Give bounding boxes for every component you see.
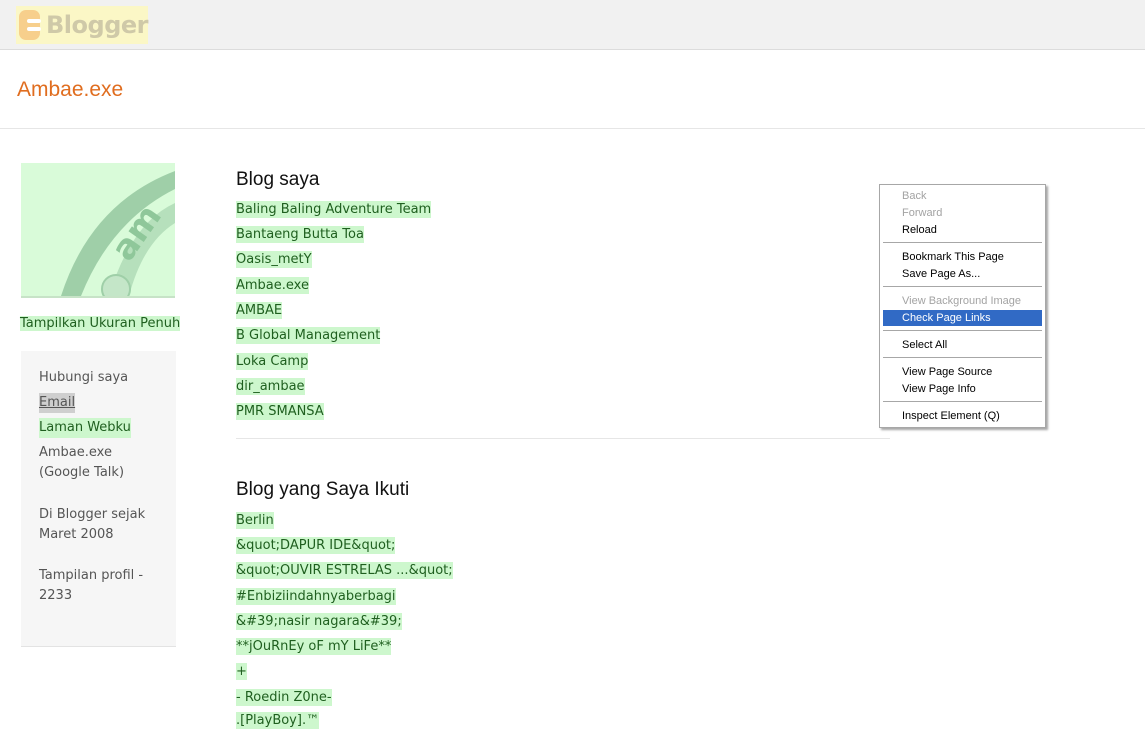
blog-title[interactable]: Ambae.exe — [17, 78, 123, 102]
gtalk-name: Ambae.exe — [39, 445, 112, 460]
followed-blogs-heading: Blog yang Saya Ikuti — [236, 479, 410, 500]
ctx-separator — [883, 286, 1042, 287]
blogger-logo-icon — [19, 10, 42, 40]
blog-header: Ambae.exe — [0, 50, 1145, 129]
member-since-label: Di Blogger sejak — [39, 507, 146, 522]
ctx-save-page-as[interactable]: Save Page As... — [883, 266, 1042, 282]
ctx-inspect-element[interactable]: Inspect Element (Q) — [883, 408, 1042, 424]
blog-link[interactable]: Oasis_metY — [236, 251, 312, 268]
followed-blog-link[interactable]: **jOuRnEy oF mY LiFe** — [236, 638, 392, 655]
followed-blog-link[interactable]: &#39;nasir nagara&#39; — [236, 613, 402, 630]
blogger-logo-text: Blogger — [46, 11, 148, 39]
my-blogs-heading: Blog saya — [236, 169, 320, 190]
followed-blog-link[interactable]: - Roedin Z0ne- — [236, 689, 332, 706]
followed-blog-link[interactable]: + — [236, 663, 247, 680]
email-link[interactable]: Email — [39, 393, 76, 413]
context-menu: Back Forward Reload Bookmark This Page S… — [879, 184, 1046, 428]
blog-link[interactable]: Baling Baling Adventure Team — [236, 201, 432, 218]
blogger-logo[interactable]: Blogger — [16, 6, 148, 44]
blog-link[interactable]: dir_ambae — [236, 378, 305, 395]
blog-link[interactable]: AMBAE — [236, 302, 283, 319]
ctx-bookmark-page[interactable]: Bookmark This Page — [883, 249, 1042, 265]
blog-link[interactable]: Loka Camp — [236, 353, 309, 370]
ctx-separator — [883, 330, 1042, 331]
followed-blog-link[interactable]: &quot;DAPUR IDE&quot; — [236, 537, 396, 554]
ctx-separator — [883, 401, 1042, 402]
avatar-image: am — [21, 163, 175, 296]
contact-heading: Hubungi saya — [39, 370, 129, 385]
ctx-separator — [883, 242, 1042, 243]
blog-link[interactable]: Ambae.exe — [236, 277, 309, 294]
gtalk-label: (Google Talk) — [39, 465, 125, 480]
profile-views-label: Tampilan profil - — [39, 568, 144, 583]
followed-blog-link[interactable]: .[PlayBoy].™ — [236, 712, 320, 729]
ctx-back[interactable]: Back — [883, 188, 1042, 204]
ctx-view-background-image[interactable]: View Background Image — [883, 293, 1042, 309]
profile-avatar[interactable]: am — [21, 163, 175, 298]
followed-blog-link[interactable]: Berlin — [236, 512, 274, 529]
show-full-size-link[interactable]: Tampilkan Ukuran Penuh — [20, 316, 181, 331]
ctx-check-page-links[interactable]: Check Page Links — [883, 310, 1042, 326]
ctx-view-page-info[interactable]: View Page Info — [883, 381, 1042, 397]
followed-blog-link[interactable]: &quot;OUVIR ESTRELAS ...&quot; — [236, 562, 453, 579]
section-divider — [236, 438, 890, 439]
blog-link[interactable]: Bantaeng Butta Toa — [236, 226, 364, 243]
ctx-forward[interactable]: Forward — [883, 205, 1042, 221]
profile-views-count: 2233 — [39, 588, 73, 603]
ctx-view-page-source[interactable]: View Page Source — [883, 364, 1042, 380]
blogger-navbar: Blogger — [0, 0, 1145, 50]
ctx-select-all[interactable]: Select All — [883, 337, 1042, 353]
ctx-reload[interactable]: Reload — [883, 222, 1042, 238]
member-since-date: Maret 2008 — [39, 527, 114, 542]
followed-blog-link[interactable]: #Enbiziindahnyaberbagi — [236, 588, 396, 605]
blog-link[interactable]: PMR SMANSA — [236, 403, 324, 420]
blog-link[interactable]: B Global Management — [236, 327, 381, 344]
website-link[interactable]: Laman Webku — [39, 418, 131, 438]
profile-box: Hubungi saya Email Laman Webku Ambae.exe… — [21, 351, 176, 647]
ctx-separator — [883, 357, 1042, 358]
